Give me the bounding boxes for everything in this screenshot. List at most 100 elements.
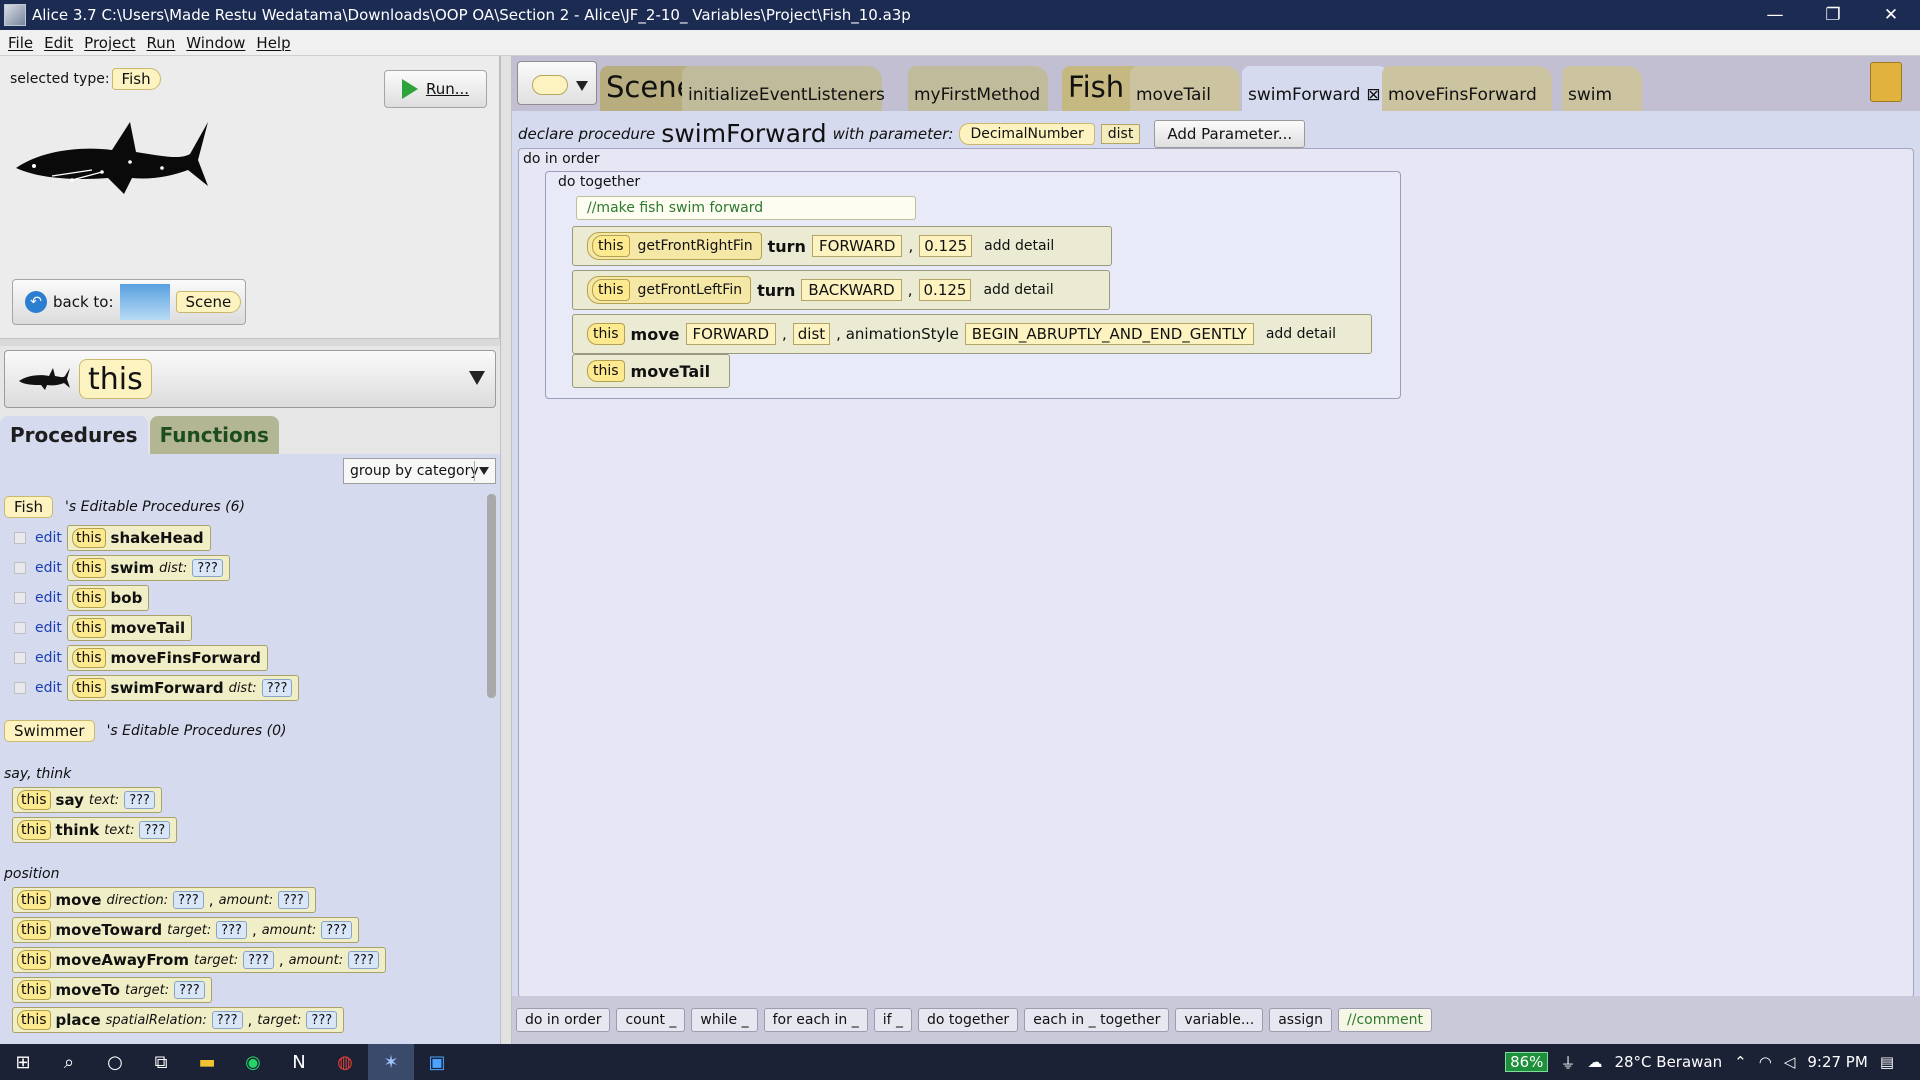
close-tab-icon[interactable]: ⊠	[1366, 85, 1380, 105]
tab-swim-forward[interactable]: swimForward ⊠	[1242, 66, 1392, 111]
procedure-block[interactable]: this moveTo target: ???	[12, 977, 212, 1003]
checkbox[interactable]	[14, 532, 26, 544]
parameter-type[interactable]: DecimalNumber	[959, 122, 1095, 145]
notifications-icon[interactable]: ▤	[1880, 1053, 1894, 1071]
procedure-block[interactable]: this shakeHead	[67, 525, 211, 551]
palette-count[interactable]: count _	[616, 1008, 686, 1032]
edit-link[interactable]: edit	[35, 680, 67, 696]
edit-link[interactable]: edit	[35, 590, 67, 606]
tab-move-tail[interactable]: moveTail	[1130, 66, 1240, 111]
procedure-block[interactable]: this swim dist: ???	[67, 555, 230, 581]
edit-link[interactable]: edit	[35, 620, 67, 636]
whatsapp-icon[interactable]: ◉	[230, 1044, 276, 1080]
procedure-block[interactable]: this place spatialRelation: ??? , target…	[12, 1007, 345, 1033]
instance-selector[interactable]: this	[4, 350, 496, 408]
checkbox[interactable]	[14, 622, 26, 634]
function-call[interactable]: this getFrontRightFin	[587, 232, 762, 260]
type-selector[interactable]	[517, 61, 597, 105]
amount-value[interactable]: dist	[792, 323, 831, 345]
minimize-button[interactable]: —	[1746, 0, 1804, 30]
palette-while[interactable]: while _	[691, 1008, 758, 1032]
procedure-block[interactable]: this bob	[67, 585, 150, 611]
chevron-down-icon[interactable]	[469, 371, 485, 385]
statement-turn-left-fin[interactable]: this getFrontLeftFin turn BACKWARD , 0.1…	[572, 270, 1110, 310]
add-parameter-button[interactable]: Add Parameter...	[1154, 119, 1306, 148]
weather-text[interactable]: 28°C Berawan	[1614, 1053, 1722, 1071]
menu-help[interactable]: Help	[256, 34, 290, 52]
tab-move-fins-forward[interactable]: moveFinsForward	[1382, 66, 1552, 111]
palette-comment[interactable]: //comment	[1338, 1008, 1432, 1032]
network-icon[interactable]: ◠	[1759, 1053, 1772, 1071]
menu-file[interactable]: File	[8, 34, 33, 52]
tab-initialize-event-listeners[interactable]: initializeEventListeners	[682, 66, 885, 111]
palette-for-each-in[interactable]: for each in _	[763, 1008, 868, 1032]
procedure-block[interactable]: this move direction: ??? , amount: ???	[12, 887, 316, 913]
run-button[interactable]: Run...	[384, 70, 487, 108]
direction-value[interactable]: FORWARD	[811, 235, 903, 257]
edit-link[interactable]: edit	[35, 560, 67, 576]
start-icon[interactable]: ⊞	[0, 1044, 46, 1080]
procedure-block[interactable]: this moveTail	[67, 615, 193, 641]
notion-icon[interactable]: Ν	[276, 1044, 322, 1080]
procedure-block[interactable]: this say text: ???	[12, 787, 162, 813]
close-button[interactable]: ✕	[1862, 0, 1920, 30]
edit-link[interactable]: edit	[35, 650, 67, 666]
add-detail-button[interactable]: add detail	[977, 282, 1059, 298]
checkbox[interactable]	[14, 682, 26, 694]
tab-functions[interactable]: Functions	[149, 416, 279, 454]
volume-icon[interactable]: ◁	[1784, 1053, 1796, 1071]
statement-move-tail[interactable]: this moveTail	[572, 354, 730, 388]
clock[interactable]: 9:27 PM	[1807, 1053, 1867, 1071]
checkbox[interactable]	[14, 652, 26, 664]
statement-move-forward[interactable]: this move FORWARD , dist , animationStyl…	[572, 314, 1372, 354]
menu-run[interactable]: Run	[147, 34, 176, 52]
tab-swim[interactable]: swim	[1562, 66, 1642, 111]
palette-do-in-order[interactable]: do in order	[516, 1008, 611, 1032]
statement-turn-right-fin[interactable]: this getFrontRightFin turn FORWARD , 0.1…	[572, 226, 1112, 266]
alice-taskbar-icon[interactable]: ✶	[368, 1044, 414, 1080]
animation-style-value[interactable]: BEGIN_ABRUPTLY_AND_END_GENTLY	[964, 323, 1254, 345]
checkbox[interactable]	[14, 592, 26, 604]
procedure-block[interactable]: this moveToward target: ??? , amount: ??…	[12, 917, 359, 943]
task-view-icon[interactable]: ⧉	[138, 1044, 184, 1080]
clipboard-icon[interactable]	[1870, 62, 1902, 102]
app-taskbar-icon[interactable]: ▣	[414, 1044, 460, 1080]
tab-my-first-method[interactable]: myFirstMethod	[908, 66, 1048, 111]
maximize-button[interactable]: ❐	[1804, 0, 1862, 30]
amount-value[interactable]: 0.125	[919, 235, 973, 257]
function-call[interactable]: this getFrontLeftFin	[587, 276, 752, 304]
horizontal-splitter[interactable]	[0, 338, 500, 346]
comment-statement[interactable]: //make fish swim forward	[576, 196, 916, 220]
tab-procedures[interactable]: Procedures	[0, 416, 148, 454]
direction-value[interactable]: BACKWARD	[801, 279, 902, 301]
edit-link[interactable]: edit	[35, 530, 67, 546]
palette-variable[interactable]: variable...	[1175, 1008, 1264, 1032]
menu-window[interactable]: Window	[186, 34, 245, 52]
group-by-select[interactable]: group by category	[343, 458, 496, 484]
menu-edit[interactable]: Edit	[44, 34, 73, 52]
back-to-scene-button[interactable]: ↶ back to: Scene	[12, 279, 246, 325]
cortana-icon[interactable]: ○	[92, 1044, 138, 1080]
battery-percentage[interactable]: 86%	[1505, 1052, 1549, 1072]
parameter-name[interactable]: dist	[1100, 123, 1141, 144]
do-in-order-block[interactable]: do in order do together //make fish swim…	[518, 148, 1914, 998]
show-hidden-icon[interactable]: ⌃	[1734, 1053, 1747, 1071]
palette-if[interactable]: if _	[873, 1008, 912, 1032]
menu-project[interactable]: Project	[84, 34, 135, 52]
add-detail-button[interactable]: add detail	[1260, 326, 1342, 342]
search-icon[interactable]: ⌕	[46, 1044, 92, 1080]
palette-do-together[interactable]: do together	[918, 1008, 1019, 1032]
do-together-block[interactable]: do together //make fish swim forward thi…	[545, 171, 1401, 399]
palette-assign[interactable]: assign	[1269, 1008, 1333, 1032]
vertical-splitter[interactable]	[500, 56, 512, 1044]
file-explorer-icon[interactable]: ▬	[184, 1044, 230, 1080]
checkbox[interactable]	[14, 562, 26, 574]
chrome-icon[interactable]: ◍	[322, 1044, 368, 1080]
add-detail-button[interactable]: add detail	[978, 238, 1060, 254]
procedure-block[interactable]: this think text: ???	[12, 817, 178, 843]
procedure-block[interactable]: this swimForward dist: ???	[67, 675, 300, 701]
palette-each-in-together[interactable]: each in _ together	[1024, 1008, 1170, 1032]
procedures-scrollbar[interactable]	[487, 494, 496, 698]
direction-value[interactable]: FORWARD	[685, 323, 776, 345]
amount-value[interactable]: 0.125	[918, 279, 972, 301]
